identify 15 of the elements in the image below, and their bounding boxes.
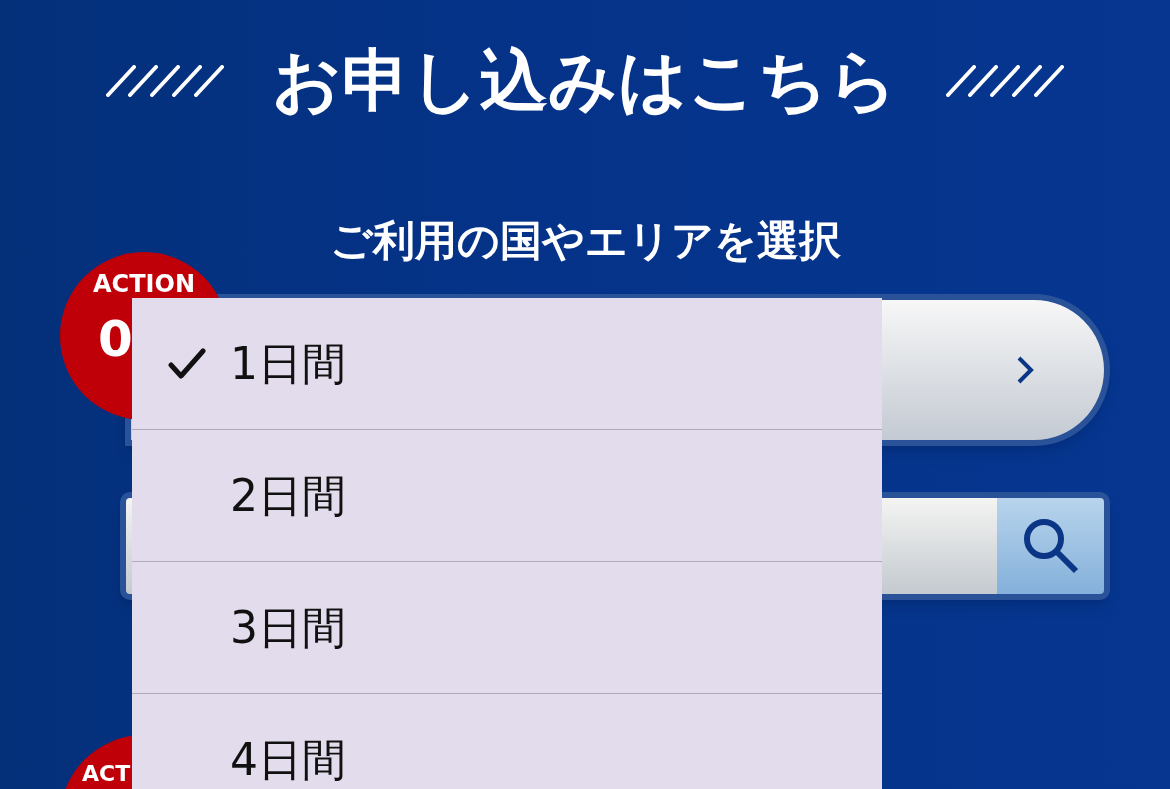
badge-label: ACTION [93,272,195,296]
option-label: 2日間 [230,468,346,523]
option-label: 3日間 [230,600,346,655]
chevron-right-icon [1016,354,1034,385]
badge-number: 0 [98,314,133,364]
page-title: お申し込みはこちら [272,40,898,122]
search-icon [1021,516,1080,575]
section-subtitle: ご利用の国やエリアを選択 [329,215,841,267]
dropdown-option[interactable]: 1日間 [132,298,882,430]
option-label: 1日間 [230,336,346,391]
slashes-icon [946,64,1064,97]
search-button[interactable] [997,497,1104,594]
badge-label: ACT [82,763,131,785]
option-label: 4日間 [230,732,346,787]
slashes-icon [106,64,224,97]
